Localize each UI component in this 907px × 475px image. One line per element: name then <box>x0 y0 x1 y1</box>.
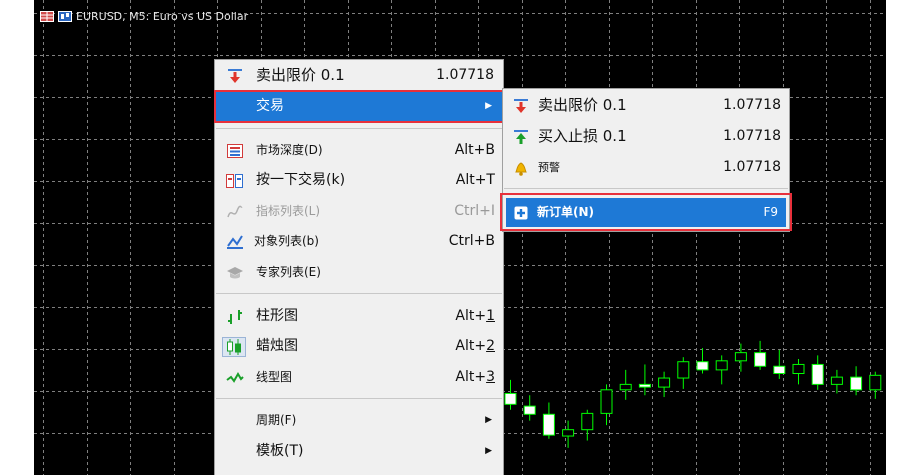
chart-window-icon <box>40 10 54 22</box>
candle-bullish <box>715 360 728 371</box>
candle-bullish <box>734 352 747 362</box>
sell-arrow-icon <box>512 98 530 114</box>
expert-hat-icon <box>226 265 244 281</box>
menu-item-price: 1.07718 <box>723 97 781 113</box>
menu-item-indicators-list[interactable]: 指标列表(L) Ctrl+I <box>216 197 502 226</box>
menu-item-candlesticks[interactable]: 蜡烛图 Alt+2 <box>216 332 502 361</box>
candle-bearish <box>696 361 709 371</box>
menu-item-price: 1.07718 <box>723 159 781 175</box>
menu-item-label: 卖出限价 0.1 <box>256 66 345 84</box>
candle-bullish <box>600 389 613 414</box>
menu-item-shortcut: Ctrl+B <box>448 233 495 249</box>
submenu-item-alert[interactable]: 预警 1.07718 <box>504 153 788 182</box>
menu-item-label: 市场深度(D) <box>256 143 323 157</box>
chart-title-text: EURUSD, M5: Euro vs US Dollar <box>76 9 249 23</box>
submenu-arrow-icon: ▶ <box>485 446 492 456</box>
candle-bearish <box>523 405 536 415</box>
menu-item-label: 预警 <box>538 161 560 174</box>
chart-context-menu: 卖出限价 0.1 1.07718 交易 ▶ 市场深度(D) Alt+B 按一下交… <box>214 59 506 475</box>
menu-item-price: 1.07718 <box>723 128 781 144</box>
candle-bearish <box>638 383 651 388</box>
menu-item-experts-list[interactable]: 专家列表(E) <box>216 258 502 287</box>
candle-bullish <box>792 363 805 374</box>
candle-bullish <box>562 429 575 437</box>
menu-item-label: 买入止损 0.1 <box>538 127 627 145</box>
menu-item-sell-limit[interactable]: 卖出限价 0.1 1.07718 <box>216 61 502 90</box>
bar-chart-icon <box>226 309 244 325</box>
menu-item-label: 按一下交易(k) <box>256 172 346 188</box>
candle-bearish <box>504 392 517 405</box>
menu-item-label: 线型图 <box>256 370 293 384</box>
candle-bearish <box>542 413 555 436</box>
candle-bearish <box>850 376 863 391</box>
menu-separator <box>216 128 502 129</box>
candle-bearish <box>754 352 767 367</box>
menu-item-objects-list[interactable]: 对象列表(b) Ctrl+B <box>216 227 502 256</box>
menu-item-market-depth[interactable]: 市场深度(D) Alt+B <box>216 136 502 165</box>
candle-bullish <box>677 361 690 379</box>
menu-item-label: 周期(F) <box>256 413 297 427</box>
menu-item-bar-chart[interactable]: 柱形图 Alt+1 <box>216 302 502 331</box>
menu-item-one-click-trading[interactable]: 按一下交易(k) Alt+T <box>216 166 502 195</box>
one-click-trading-icon <box>226 173 244 189</box>
submenu-item-buy-stop[interactable]: 买入止损 0.1 1.07718 <box>504 122 788 151</box>
menu-item-line-chart[interactable]: 线型图 Alt+3 <box>216 363 502 392</box>
line-chart-icon <box>226 370 244 386</box>
submenu-item-new-order[interactable]: 新订单(N) F9 <box>506 198 786 227</box>
sell-arrow-icon <box>226 68 244 84</box>
menu-item-shortcut: Ctrl+I <box>454 203 495 219</box>
menu-item-shortcut: Alt+2 <box>455 338 495 354</box>
bell-icon <box>512 160 530 176</box>
symbol-icon <box>58 10 72 22</box>
menu-item-shortcut: Alt+B <box>454 142 495 158</box>
candle-bullish <box>581 412 594 431</box>
market-depth-icon <box>226 143 244 159</box>
menu-separator <box>216 293 502 294</box>
menu-item-shortcut: Alt+1 <box>455 308 495 324</box>
chart-title-bar: EURUSD, M5: Euro vs US Dollar <box>40 9 248 23</box>
menu-item-periods[interactable]: 周期(F) ▶ <box>216 406 502 435</box>
candle-bullish <box>830 376 843 385</box>
menu-item-label: 专家列表(E) <box>256 265 321 279</box>
buy-arrow-icon <box>512 129 530 145</box>
menu-item-price: 1.07718 <box>436 67 494 83</box>
submenu-item-sell-limit[interactable]: 卖出限价 0.1 1.07718 <box>504 91 788 120</box>
candle-bullish <box>658 377 671 388</box>
candles-group <box>504 340 882 448</box>
menu-item-label: 指标列表(L) <box>256 204 321 218</box>
menu-item-templates[interactable]: 模板(T) ▶ <box>216 437 502 466</box>
objects-icon <box>226 234 244 250</box>
menu-item-shortcut: F9 <box>763 205 778 219</box>
menu-separator <box>216 398 502 399</box>
menu-item-label: 交易 <box>256 98 284 114</box>
menu-item-shortcut: Alt+T <box>455 172 495 188</box>
trade-submenu: 卖出限价 0.1 1.07718 买入止损 0.1 1.07718 预警 1.0… <box>500 88 792 232</box>
menu-item-label: 模板(T) <box>256 443 304 459</box>
menu-separator <box>504 188 788 189</box>
candle-bearish <box>811 363 824 385</box>
candle-bullish <box>869 374 882 391</box>
menu-item-label: 对象列表(b) <box>254 234 319 248</box>
candlestick-icon <box>222 337 246 357</box>
menu-item-shortcut: Alt+3 <box>455 369 495 385</box>
submenu-arrow-icon: ▶ <box>485 101 492 111</box>
menu-item-trade[interactable]: 交易 ▶ <box>216 92 502 121</box>
candle-bearish <box>773 365 786 374</box>
new-order-plus-icon <box>512 205 530 221</box>
menu-item-label: 柱形图 <box>256 308 298 324</box>
submenu-arrow-icon: ▶ <box>485 415 492 425</box>
indicators-icon <box>226 204 244 220</box>
menu-item-label: 蜡烛图 <box>256 338 298 354</box>
candle-bullish <box>619 383 632 391</box>
menu-item-label: 新订单(N) <box>537 205 595 219</box>
menu-item-label: 卖出限价 0.1 <box>538 96 627 114</box>
